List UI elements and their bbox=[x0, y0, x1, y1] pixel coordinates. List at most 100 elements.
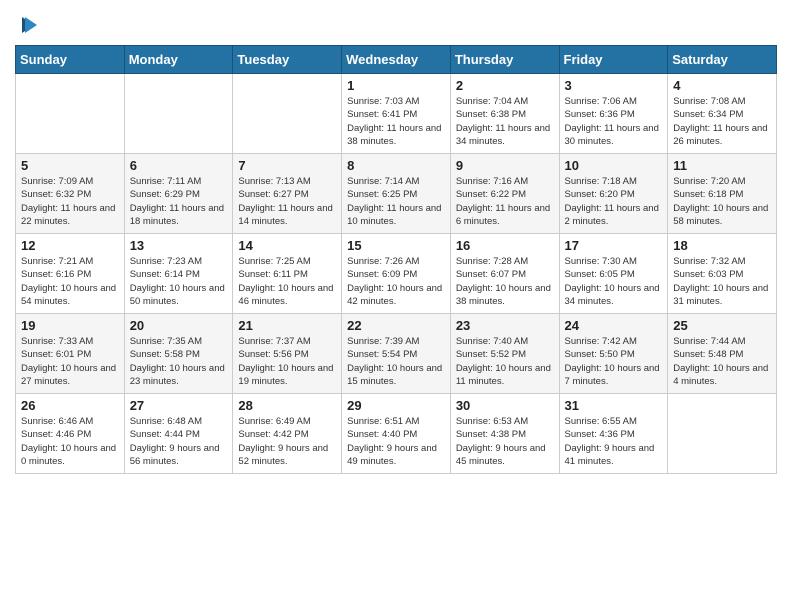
calendar-cell: 3Sunrise: 7:06 AMSunset: 6:36 PMDaylight… bbox=[559, 74, 668, 154]
calendar-cell: 18 Sunrise: 7:32 AMSunset: 6:03 PMDayligh… bbox=[668, 234, 777, 314]
day-number: 21 bbox=[238, 318, 336, 333]
day-info: Sunrise: 7:44 AMSunset: 5:48 PMDaylight:… bbox=[673, 335, 771, 388]
day-info: Sunrise: 7:32 AMSunset: 6:03 PMDaylight:… bbox=[673, 255, 771, 308]
day-header-wednesday: Wednesday bbox=[342, 46, 451, 74]
day-number: 20 bbox=[130, 318, 228, 333]
day-info: Sunrise: 7:35 AMSunset: 5:58 PMDaylight:… bbox=[130, 335, 228, 388]
calendar-cell: 26 Sunrise: 6:46 AMSunset: 4:46 PMDayligh… bbox=[16, 394, 125, 474]
day-info: Sunrise: 7:20 AMSunset: 6:18 PMDaylight:… bbox=[673, 175, 771, 228]
day-number: 18 bbox=[673, 238, 771, 253]
day-number: 9 bbox=[456, 158, 554, 173]
day-number: 5 bbox=[21, 158, 119, 173]
day-number: 17 bbox=[565, 238, 663, 253]
day-info: Sunrise: 7:04 AMSunset: 6:38 PMDaylight:… bbox=[456, 95, 554, 148]
day-header-friday: Friday bbox=[559, 46, 668, 74]
day-number: 19 bbox=[21, 318, 119, 333]
calendar-cell: 27 Sunrise: 6:48 AMSunset: 4:44 PMDayligh… bbox=[124, 394, 233, 474]
calendar-cell: 4 Sunrise: 7:08 AMSunset: 6:34 PMDaylight… bbox=[668, 74, 777, 154]
calendar-table: SundayMondayTuesdayWednesdayThursdayFrid… bbox=[15, 45, 777, 474]
calendar-cell: 10 Sunrise: 7:18 AMSunset: 6:20 PMDayligh… bbox=[559, 154, 668, 234]
day-number: 14 bbox=[238, 238, 336, 253]
day-info: Sunrise: 7:18 AMSunset: 6:20 PMDaylight:… bbox=[565, 175, 663, 228]
day-number: 8 bbox=[347, 158, 445, 173]
day-info: Sunrise: 7:06 AMSunset: 6:36 PMDaylight:… bbox=[565, 95, 663, 148]
day-info: Sunrise: 6:55 AMSunset: 4:36 PMDaylight:… bbox=[565, 415, 663, 468]
calendar-cell: 19 Sunrise: 7:33 AMSunset: 6:01 PMDayligh… bbox=[16, 314, 125, 394]
day-info: Sunrise: 7:28 AMSunset: 6:07 PMDaylight:… bbox=[456, 255, 554, 308]
calendar-cell: 29 Sunrise: 6:51 AMSunset: 4:40 PMDayligh… bbox=[342, 394, 451, 474]
day-info: Sunrise: 7:08 AMSunset: 6:34 PMDaylight:… bbox=[673, 95, 771, 148]
calendar-week-row: 1 Sunrise: 7:03 AMSunset: 6:41 PMDaylight… bbox=[16, 74, 777, 154]
day-header-saturday: Saturday bbox=[668, 46, 777, 74]
day-info: Sunrise: 7:21 AMSunset: 6:16 PMDaylight:… bbox=[21, 255, 119, 308]
calendar-cell: 22 Sunrise: 7:39 AMSunset: 5:54 PMDayligh… bbox=[342, 314, 451, 394]
day-info: Sunrise: 7:16 AMSunset: 6:22 PMDaylight:… bbox=[456, 175, 554, 228]
calendar-header-row: SundayMondayTuesdayWednesdayThursdayFrid… bbox=[16, 46, 777, 74]
calendar-cell: 12 Sunrise: 7:21 AMSunset: 6:16 PMDayligh… bbox=[16, 234, 125, 314]
day-number: 7 bbox=[238, 158, 336, 173]
day-number: 2 bbox=[456, 78, 554, 93]
calendar-cell: 31 Sunrise: 6:55 AMSunset: 4:36 PMDayligh… bbox=[559, 394, 668, 474]
calendar-cell: 20 Sunrise: 7:35 AMSunset: 5:58 PMDayligh… bbox=[124, 314, 233, 394]
day-info: Sunrise: 7:13 AMSunset: 6:27 PMDaylight:… bbox=[238, 175, 336, 228]
day-info: Sunrise: 7:03 AMSunset: 6:41 PMDaylight:… bbox=[347, 95, 445, 148]
day-info: Sunrise: 7:40 AMSunset: 5:52 PMDaylight:… bbox=[456, 335, 554, 388]
day-number: 4 bbox=[673, 78, 771, 93]
day-number: 11 bbox=[673, 158, 771, 173]
day-header-sunday: Sunday bbox=[16, 46, 125, 74]
day-info: Sunrise: 6:49 AMSunset: 4:42 PMDaylight:… bbox=[238, 415, 336, 468]
day-info: Sunrise: 7:14 AMSunset: 6:25 PMDaylight:… bbox=[347, 175, 445, 228]
day-number: 26 bbox=[21, 398, 119, 413]
calendar-cell: 24 Sunrise: 7:42 AMSunset: 5:50 PMDayligh… bbox=[559, 314, 668, 394]
day-number: 15 bbox=[347, 238, 445, 253]
day-header-monday: Monday bbox=[124, 46, 233, 74]
day-number: 31 bbox=[565, 398, 663, 413]
day-number: 16 bbox=[456, 238, 554, 253]
calendar-cell bbox=[233, 74, 342, 154]
day-info: Sunrise: 7:33 AMSunset: 6:01 PMDaylight:… bbox=[21, 335, 119, 388]
logo-arrow-icon bbox=[18, 15, 38, 35]
day-info: Sunrise: 7:25 AMSunset: 6:11 PMDaylight:… bbox=[238, 255, 336, 308]
day-number: 6 bbox=[130, 158, 228, 173]
calendar-cell: 7 Sunrise: 7:13 AMSunset: 6:27 PMDaylight… bbox=[233, 154, 342, 234]
calendar-cell: 28 Sunrise: 6:49 AMSunset: 4:42 PMDayligh… bbox=[233, 394, 342, 474]
calendar-week-row: 26 Sunrise: 6:46 AMSunset: 4:46 PMDayligh… bbox=[16, 394, 777, 474]
day-header-thursday: Thursday bbox=[450, 46, 559, 74]
day-info: Sunrise: 6:46 AMSunset: 4:46 PMDaylight:… bbox=[21, 415, 119, 468]
day-number: 10 bbox=[565, 158, 663, 173]
calendar-cell: 13Sunrise: 7:23 AMSunset: 6:14 PMDayligh… bbox=[124, 234, 233, 314]
calendar-week-row: 12 Sunrise: 7:21 AMSunset: 6:16 PMDayligh… bbox=[16, 234, 777, 314]
calendar-cell: 25 Sunrise: 7:44 AMSunset: 5:48 PMDayligh… bbox=[668, 314, 777, 394]
day-number: 1 bbox=[347, 78, 445, 93]
day-info: Sunrise: 7:37 AMSunset: 5:56 PMDaylight:… bbox=[238, 335, 336, 388]
calendar-week-row: 5 Sunrise: 7:09 AMSunset: 6:32 PMDaylight… bbox=[16, 154, 777, 234]
day-number: 25 bbox=[673, 318, 771, 333]
logo bbox=[15, 15, 38, 35]
day-number: 30 bbox=[456, 398, 554, 413]
day-info: Sunrise: 7:39 AMSunset: 5:54 PMDaylight:… bbox=[347, 335, 445, 388]
calendar-cell: 9 Sunrise: 7:16 AMSunset: 6:22 PMDaylight… bbox=[450, 154, 559, 234]
day-info: Sunrise: 6:51 AMSunset: 4:40 PMDaylight:… bbox=[347, 415, 445, 468]
calendar-week-row: 19 Sunrise: 7:33 AMSunset: 6:01 PMDayligh… bbox=[16, 314, 777, 394]
day-number: 27 bbox=[130, 398, 228, 413]
calendar-cell: 8 Sunrise: 7:14 AMSunset: 6:25 PMDaylight… bbox=[342, 154, 451, 234]
day-info: Sunrise: 7:09 AMSunset: 6:32 PMDaylight:… bbox=[21, 175, 119, 228]
day-number: 12 bbox=[21, 238, 119, 253]
day-number: 13 bbox=[130, 238, 228, 253]
day-number: 28 bbox=[238, 398, 336, 413]
day-number: 29 bbox=[347, 398, 445, 413]
calendar-cell: 16 Sunrise: 7:28 AMSunset: 6:07 PMDayligh… bbox=[450, 234, 559, 314]
calendar-cell: 21 Sunrise: 7:37 AMSunset: 5:56 PMDayligh… bbox=[233, 314, 342, 394]
day-info: Sunrise: 7:30 AMSunset: 6:05 PMDaylight:… bbox=[565, 255, 663, 308]
day-info: Sunrise: 6:48 AMSunset: 4:44 PMDaylight:… bbox=[130, 415, 228, 468]
day-info: Sunrise: 6:53 AMSunset: 4:38 PMDaylight:… bbox=[456, 415, 554, 468]
calendar-cell bbox=[668, 394, 777, 474]
day-info: Sunrise: 7:42 AMSunset: 5:50 PMDaylight:… bbox=[565, 335, 663, 388]
day-number: 23 bbox=[456, 318, 554, 333]
calendar-cell: 5 Sunrise: 7:09 AMSunset: 6:32 PMDaylight… bbox=[16, 154, 125, 234]
day-number: 22 bbox=[347, 318, 445, 333]
day-info: Sunrise: 7:26 AMSunset: 6:09 PMDaylight:… bbox=[347, 255, 445, 308]
day-number: 24 bbox=[565, 318, 663, 333]
calendar-cell: 6Sunrise: 7:11 AMSunset: 6:29 PMDaylight… bbox=[124, 154, 233, 234]
calendar-cell: 15 Sunrise: 7:26 AMSunset: 6:09 PMDayligh… bbox=[342, 234, 451, 314]
